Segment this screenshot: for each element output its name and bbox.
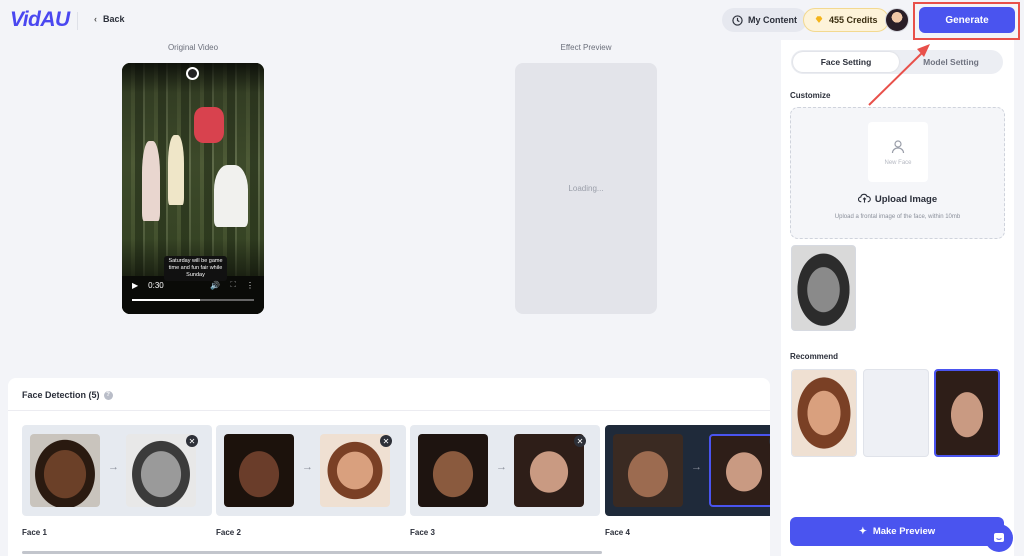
- recommended-face-2[interactable]: [863, 369, 929, 457]
- replacement-face-thumbnail: [709, 434, 770, 507]
- face-label: Face 4: [605, 528, 630, 537]
- person-icon: [891, 139, 905, 153]
- custom-face-thumbnail[interactable]: [791, 245, 856, 331]
- face-card-2[interactable]: → ✕: [216, 425, 406, 516]
- play-icon[interactable]: ▶: [132, 281, 138, 290]
- recommended-face-image: [936, 371, 998, 455]
- chevron-left-icon: ‹: [94, 14, 97, 24]
- new-face-placeholder: New Face: [868, 122, 928, 182]
- credits-badge[interactable]: 455 Credits: [803, 8, 889, 32]
- recommended-face-1[interactable]: [791, 369, 857, 457]
- detected-face-thumbnail: [418, 434, 488, 507]
- back-label: Back: [103, 14, 125, 24]
- tab-face-setting[interactable]: Face Setting: [793, 52, 899, 72]
- settings-panel: Face Setting Model Setting Customize New…: [781, 40, 1014, 556]
- settings-tabs: Face Setting Model Setting: [791, 50, 1003, 74]
- arrow-right-icon: →: [691, 461, 702, 473]
- replacement-face-thumbnail: [320, 434, 390, 507]
- clock-icon: [732, 14, 743, 26]
- effect-preview-panel: Loading...: [515, 63, 657, 314]
- effect-preview-label: Effect Preview: [560, 43, 612, 52]
- close-icon[interactable]: ✕: [186, 435, 198, 447]
- make-preview-label: Make Preview: [872, 526, 936, 537]
- vidau-logo[interactable]: VidAU: [10, 8, 70, 32]
- diamond-icon: [815, 16, 823, 23]
- effect-loading-text: Loading...: [568, 184, 604, 193]
- dancer-figure: [142, 141, 160, 221]
- arrow-right-icon: →: [302, 461, 313, 473]
- tab-model-setting[interactable]: Model Setting: [901, 52, 1001, 72]
- cloud-upload-icon: [857, 193, 871, 203]
- divider: [8, 410, 770, 411]
- detected-face-thumbnail: [613, 434, 683, 507]
- more-options-icon[interactable]: ⋮: [246, 281, 254, 290]
- face-label: Face 3: [410, 528, 435, 537]
- channel-logo-icon: [186, 67, 199, 80]
- video-controls: ▶ 0:30 🔊 ⛶ ⋮: [132, 280, 254, 290]
- info-icon[interactable]: ?: [103, 390, 113, 400]
- replacement-face-thumbnail: [126, 434, 196, 507]
- horizontal-scrollbar[interactable]: [22, 551, 602, 554]
- user-avatar[interactable]: [885, 8, 909, 32]
- video-caption: Saturday will be game time and fun fair …: [164, 256, 227, 281]
- video-progress-bar[interactable]: [132, 299, 254, 301]
- new-face-label: New Face: [884, 159, 912, 166]
- upload-image-title: Upload Image: [791, 193, 1004, 205]
- pinata-figure: [194, 107, 224, 143]
- face-card-4[interactable]: → ✕: [605, 425, 770, 516]
- face-card-1[interactable]: → ✕: [22, 425, 212, 516]
- detected-face-thumbnail: [30, 434, 100, 507]
- sparkle-icon: ✦: [858, 526, 867, 537]
- back-button[interactable]: ‹ Back: [94, 14, 125, 24]
- face-detection-title: Face Detection (5) ?: [22, 390, 113, 400]
- upload-dropzone[interactable]: New Face Upload Image Upload a frontal i…: [790, 107, 1005, 239]
- face-label: Face 2: [216, 528, 241, 537]
- detected-face-thumbnail: [224, 434, 294, 507]
- upload-image-label: Upload Image: [874, 194, 938, 205]
- dancer-figure: [214, 165, 248, 227]
- generate-button[interactable]: Generate: [919, 7, 1015, 33]
- fullscreen-icon[interactable]: ⛶: [230, 280, 236, 290]
- chat-icon: [994, 533, 1004, 542]
- chat-support-button[interactable]: [985, 524, 1013, 552]
- face-detection-heading: Face Detection (5): [22, 390, 100, 400]
- close-icon[interactable]: ✕: [380, 435, 392, 447]
- credits-label: 455 Credits: [829, 15, 878, 25]
- arrow-right-icon: →: [108, 461, 119, 473]
- dancer-figure: [168, 135, 184, 205]
- face-label: Face 1: [22, 528, 47, 537]
- recommended-face-3[interactable]: [934, 369, 1000, 457]
- original-video-player[interactable]: Saturday will be game time and fun fair …: [122, 63, 264, 314]
- face-detection-panel: Face Detection (5) ? → ✕ → ✕ → ✕ → ✕ Fac…: [8, 378, 770, 556]
- upload-hint: Upload a frontal image of the face, with…: [834, 214, 961, 220]
- make-preview-button[interactable]: ✦ Make Preview: [790, 517, 1004, 546]
- volume-icon[interactable]: 🔊: [210, 281, 220, 290]
- replacement-face-thumbnail: [514, 434, 584, 507]
- recommend-heading: Recommend: [790, 352, 839, 361]
- my-content-button[interactable]: My Content: [722, 8, 807, 32]
- video-time: 0:30: [148, 280, 164, 290]
- face-card-3[interactable]: → ✕: [410, 425, 600, 516]
- arrow-right-icon: →: [496, 461, 507, 473]
- recommended-face-image: [792, 370, 856, 456]
- close-icon[interactable]: ✕: [574, 435, 586, 447]
- my-content-label: My Content: [748, 15, 797, 25]
- header-divider: [77, 12, 78, 30]
- original-video-label: Original Video: [167, 43, 219, 52]
- customize-heading: Customize: [790, 91, 831, 100]
